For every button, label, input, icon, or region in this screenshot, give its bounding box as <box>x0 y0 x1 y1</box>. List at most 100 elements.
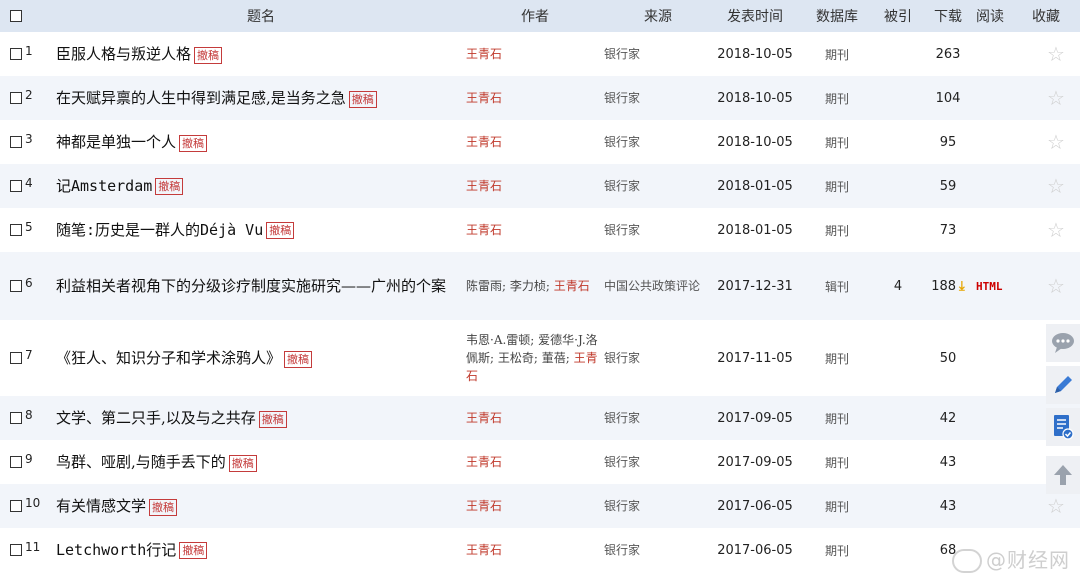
cited-count[interactable] <box>876 120 920 164</box>
row-checkbox[interactable] <box>10 280 22 293</box>
favorite-star-icon[interactable]: ☆ <box>1032 120 1080 164</box>
row-index: 5 <box>25 220 33 235</box>
cited-count[interactable] <box>876 76 920 120</box>
cited-count[interactable]: 4 <box>876 252 920 320</box>
source-link[interactable]: 银行家 <box>604 76 712 120</box>
article-title[interactable]: 记Amsterdam 撤稿 <box>56 164 466 208</box>
cited-count[interactable] <box>876 440 920 484</box>
row-checkbox[interactable] <box>10 456 22 469</box>
article-title[interactable]: 随笔:历史是一群人的Déjà Vu 撤稿 <box>56 208 466 252</box>
row-checkbox[interactable] <box>10 136 22 149</box>
row-checkbox[interactable] <box>10 48 22 61</box>
feedback-button[interactable] <box>1046 324 1080 362</box>
col-title[interactable]: 题名 <box>56 0 466 32</box>
notes-button[interactable] <box>1046 408 1080 446</box>
col-date[interactable]: 发表时间 <box>712 0 798 32</box>
database-type: 期刊 <box>824 91 849 106</box>
download-count[interactable]: 263 <box>920 32 976 76</box>
edit-button[interactable] <box>1046 366 1080 404</box>
author-link[interactable]: 王青石 <box>466 32 604 76</box>
publish-date: 2018-01-05 <box>717 178 793 194</box>
source-link[interactable]: 银行家 <box>604 484 712 528</box>
article-title[interactable]: 神都是单独一个人 撤稿 <box>56 120 466 164</box>
read-cell <box>976 120 1032 164</box>
table-row: 2 在天赋异禀的人生中得到满足感,是当务之急 撤稿 王青石 银行家 2018-10… <box>0 76 1080 120</box>
download-count[interactable]: 73 <box>920 208 976 252</box>
favorite-star-icon[interactable]: ☆ <box>1032 208 1080 252</box>
row-checkbox[interactable] <box>10 92 22 105</box>
html-read-link[interactable]: HTML <box>976 280 1003 293</box>
cited-count[interactable] <box>876 396 920 440</box>
source-link[interactable]: 银行家 <box>604 208 712 252</box>
cited-count[interactable] <box>876 32 920 76</box>
row-checkbox[interactable] <box>10 352 22 365</box>
source-link[interactable]: 银行家 <box>604 396 712 440</box>
retracted-badge: 撤稿 <box>284 350 313 368</box>
row-index: 11 <box>25 540 41 555</box>
article-title[interactable]: 臣服人格与叛逆人格 撤稿 <box>56 32 466 76</box>
download-count[interactable]: 43 <box>920 484 976 528</box>
source-link[interactable]: 银行家 <box>604 32 712 76</box>
author-link[interactable]: 陈雷雨; 李力桢; 王青石 <box>466 252 604 320</box>
row-index: 2 <box>25 88 33 103</box>
author-link[interactable]: 王青石 <box>466 528 604 572</box>
source-link[interactable]: 银行家 <box>604 164 712 208</box>
row-index: 1 <box>25 44 33 59</box>
database-type: 期刊 <box>824 223 849 238</box>
author-link[interactable]: 王青石 <box>466 164 604 208</box>
article-title[interactable]: 鸟群、哑剧,与随手丢下的 撤稿 <box>56 440 466 484</box>
download-count[interactable]: 43 <box>920 440 976 484</box>
author-link[interactable]: 王青石 <box>466 440 604 484</box>
source-link[interactable]: 银行家 <box>604 528 712 572</box>
publish-date: 2018-10-05 <box>717 90 793 106</box>
read-cell <box>976 76 1032 120</box>
favorite-star-icon[interactable]: ☆ <box>1032 164 1080 208</box>
article-title[interactable]: 有关情感文学 撤稿 <box>56 484 466 528</box>
retracted-badge: 撤稿 <box>258 410 287 428</box>
article-title[interactable]: Letchworth行记 撤稿 <box>56 528 466 572</box>
download-count[interactable]: 42 <box>920 396 976 440</box>
select-all-checkbox[interactable] <box>10 10 22 22</box>
database-type: 期刊 <box>824 47 849 62</box>
article-title[interactable]: 在天赋异禀的人生中得到满足感,是当务之急 撤稿 <box>56 76 466 120</box>
cited-count[interactable] <box>876 208 920 252</box>
author-link[interactable]: 王青石 <box>466 208 604 252</box>
coauthor-names[interactable]: 陈雷雨; 李力桢; <box>466 279 554 293</box>
author-link[interactable]: 王青石 <box>466 120 604 164</box>
author-link[interactable]: 韦恩·A.雷顿; 爱德华·J.洛佩斯; 王松奇; 董蓓; 王青石 <box>466 320 604 396</box>
col-downloads[interactable]: 下载 <box>920 0 976 32</box>
download-count[interactable]: 104 <box>920 76 976 120</box>
author-link[interactable]: 王青石 <box>466 484 604 528</box>
article-title[interactable]: 利益相关者视角下的分级诊疗制度实施研究——广州的个案 <box>56 252 466 320</box>
source-link[interactable]: 中国公共政策评论 <box>604 252 712 320</box>
cited-count[interactable] <box>876 320 920 396</box>
download-count[interactable]: 188 ⤓ <box>920 252 976 320</box>
row-checkbox[interactable] <box>10 544 22 557</box>
row-checkbox[interactable] <box>10 180 22 193</box>
scroll-top-button[interactable] <box>1046 456 1080 494</box>
row-checkbox[interactable] <box>10 500 22 513</box>
download-count[interactable]: 95 <box>920 120 976 164</box>
row-checkbox[interactable] <box>10 224 22 237</box>
favorite-star-icon[interactable]: ☆ <box>1032 76 1080 120</box>
col-source: 来源 <box>644 9 672 25</box>
author-link[interactable]: 王青石 <box>466 396 604 440</box>
favorite-star-icon[interactable]: ☆ <box>1032 252 1080 320</box>
download-icon[interactable]: ⤓ <box>959 279 965 294</box>
retracted-badge: 撤稿 <box>149 498 178 516</box>
download-count[interactable]: 59 <box>920 164 976 208</box>
source-link[interactable]: 银行家 <box>604 120 712 164</box>
row-checkbox[interactable] <box>10 412 22 425</box>
cited-count[interactable] <box>876 484 920 528</box>
article-title[interactable]: 《狂人、知识分子和学术涂鸦人》 撤稿 <box>56 320 466 396</box>
author-link[interactable]: 王青石 <box>466 76 604 120</box>
source-link[interactable]: 银行家 <box>604 440 712 484</box>
favorite-star-icon[interactable]: ☆ <box>1032 32 1080 76</box>
cited-count[interactable] <box>876 164 920 208</box>
article-title[interactable]: 文学、第二只手,以及与之共存 撤稿 <box>56 396 466 440</box>
cited-count[interactable] <box>876 528 920 572</box>
row-index: 8 <box>25 408 33 423</box>
col-cited[interactable]: 被引 <box>876 0 920 32</box>
download-count[interactable]: 50 <box>920 320 976 396</box>
source-link[interactable]: 银行家 <box>604 320 712 396</box>
